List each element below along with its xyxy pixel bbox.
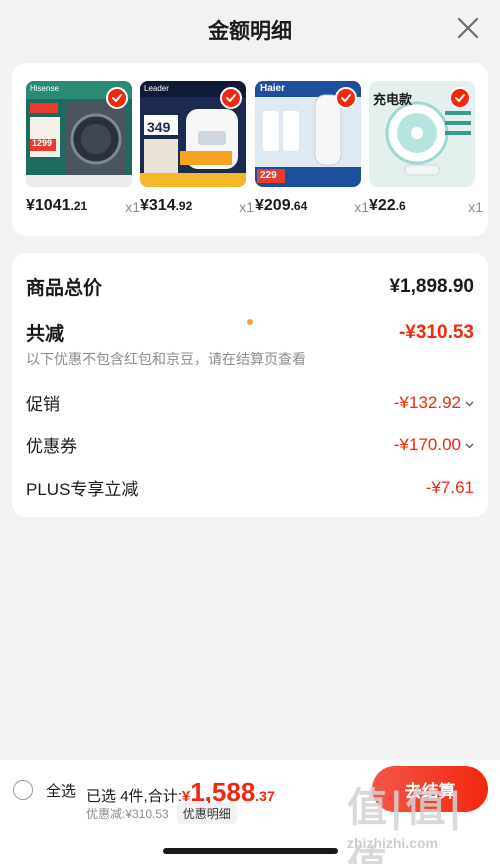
product-price: ¥22.6 [369,197,406,215]
header: 金额明细 [0,0,500,60]
coupon-label: 优惠券 [26,437,77,456]
product-item[interactable]: 229 Haier ¥209.64 x1 [255,81,369,226]
image-label: 充电款 [373,92,413,107]
promo-value[interactable]: -¥132.92 [394,393,474,413]
brand-tag: Hisense [30,84,59,93]
promo-row[interactable]: 促销 -¥132.92 [26,390,474,415]
total-label: 商品总价 [26,278,103,299]
plus-label: PLUS专享立减 [26,480,139,499]
discount-summary: 优惠减:¥310.53 优惠明细 [86,803,237,824]
product-qty: x1 [468,199,483,215]
checked-icon[interactable] [106,87,128,109]
reduce-value: -¥310.53 [398,321,474,343]
price-dec: .21 [70,199,88,213]
watermark-url: zhizhizhi.com [347,835,438,851]
home-indicator[interactable] [163,848,338,854]
plus-row: PLUS专享立减 -¥7.61 [26,475,474,500]
price-int: ¥314 [140,197,176,214]
coupon-row[interactable]: 优惠券 -¥170.00 [26,432,474,457]
product-list-card: 1299 Hisense ¥1041.21 x1 349 Leader ¥314… [12,63,488,236]
promo-amount: -¥132.92 [393,392,461,412]
product-price: ¥209.64 [255,197,307,215]
brand-tag: Haier [260,83,286,94]
watermark: 值|值|值 zhizhizhi.com [345,775,495,864]
discount-note: 以下优惠不包含红包和京豆，请在结算页查看 [26,351,306,367]
image-price-badge: 229 [260,170,277,181]
product-qty: x1 [354,199,369,215]
reduce-label: 共减 [26,324,65,345]
total-value: ¥1,898.90 [389,275,474,297]
product-qty: x1 [125,199,140,215]
price-int: ¥209 [255,197,291,214]
price-dec: .64 [290,199,308,213]
image-price-badge: 349 [147,119,171,135]
product-item[interactable]: 充电款 ¥22.6 x1 [369,81,483,226]
chevron-down-icon[interactable] [465,438,474,452]
coupon-value[interactable]: -¥170.00 [394,435,474,455]
product-item[interactable]: 1299 Hisense ¥1041.21 x1 [26,81,140,226]
promo-label: 促销 [26,395,60,414]
amount-summary-card: 商品总价 ¥1,898.90 共减 -¥310.53 以下优惠不包含红包和京豆，… [12,253,488,517]
product-qty: x1 [239,199,254,215]
select-all-label[interactable]: 全选 [46,780,76,801]
close-icon[interactable] [456,16,480,40]
checked-icon[interactable] [449,87,471,109]
total-row: 商品总价 ¥1,898.90 [26,273,474,300]
page-title: 金额明细 [208,20,292,43]
product-price: ¥314.92 [140,197,192,215]
checked-icon[interactable] [335,87,357,109]
price-dec: .6 [395,199,406,213]
price-int: ¥1041 [26,197,71,214]
image-price-badge: 1299 [32,138,53,148]
price-int: ¥22 [369,197,396,214]
coupon-amount: -¥170.00 [393,434,461,454]
select-all-radio[interactable] [13,780,33,800]
chevron-down-icon[interactable] [465,396,474,410]
checked-icon[interactable] [220,87,242,109]
brand-tag: Leader [144,84,169,93]
product-price: ¥1041.21 [26,197,87,215]
price-dec: .92 [175,199,193,213]
discount-text: 优惠减:¥310.53 [86,807,169,821]
plus-value: -¥7.61 [425,477,474,497]
total-amount-dec: .37 [255,788,275,804]
discount-detail-button[interactable]: 优惠明细 [176,803,237,824]
loading-dot [247,319,253,325]
product-item[interactable]: 349 Leader ¥314.92 x1 [140,81,254,226]
